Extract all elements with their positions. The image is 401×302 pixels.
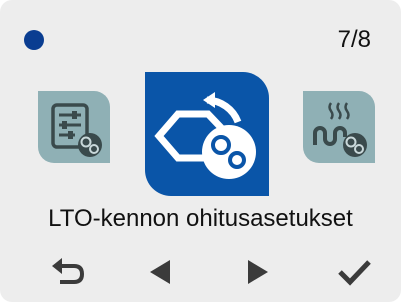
page-counter: 7/8: [337, 26, 371, 53]
heating-coil-gear-icon: [313, 102, 367, 157]
menu-title: LTO-kennon ohitusasetukset: [48, 205, 353, 232]
device-screen: 7/8 LTO-kennon ohitusasetukset: [0, 0, 401, 302]
next-button[interactable]: [240, 256, 276, 288]
menu-item-next[interactable]: [303, 91, 375, 163]
menu-item-selected[interactable]: [145, 72, 269, 196]
heat-exchanger-bypass-gear-icon: [154, 92, 256, 179]
left-triangle-icon: [150, 260, 170, 284]
previous-button[interactable]: [142, 256, 178, 288]
status-indicator: [24, 30, 44, 50]
menu-item-previous[interactable]: [38, 91, 110, 163]
back-arrow-icon: [52, 258, 85, 284]
confirm-button[interactable]: [336, 256, 372, 288]
back-button[interactable]: [50, 256, 86, 288]
settings-sliders-gear-icon: [51, 103, 102, 157]
right-triangle-icon: [248, 260, 268, 284]
checkmark-icon: [338, 260, 371, 286]
